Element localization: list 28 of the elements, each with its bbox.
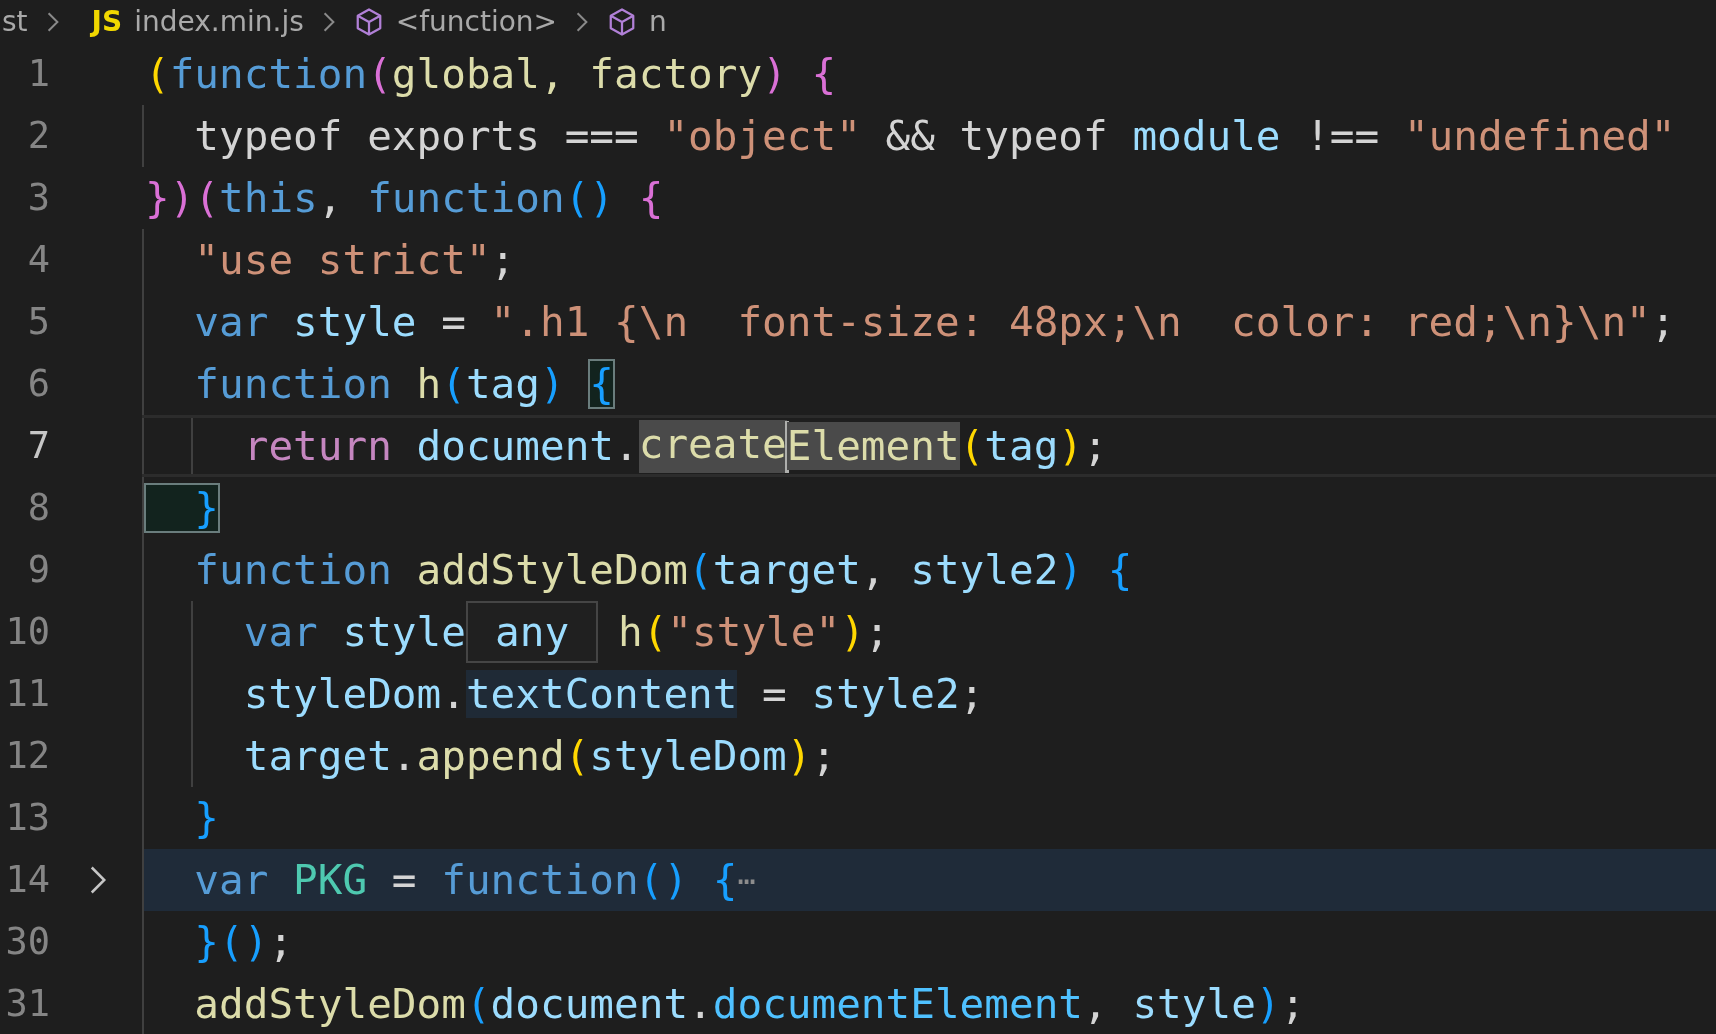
code-text: h("style"); [618, 608, 890, 656]
code-text: var style [242, 608, 466, 656]
line-number: 3 [26, 175, 50, 221]
line-number: 2 [26, 113, 50, 159]
hover-tooltip: any [465, 601, 599, 663]
line-number: 6 [26, 361, 50, 407]
line-number: 31 [4, 981, 50, 1027]
line-number: 9 [26, 547, 50, 593]
line-number: 30 [4, 919, 50, 965]
breadcrumb-item[interactable]: <function> [395, 5, 558, 38]
file-type-label: JS [91, 5, 123, 38]
line-number: 14 [4, 857, 50, 903]
chevron-right-icon [45, 10, 60, 33]
chevron-right-icon [321, 10, 336, 33]
line-number: 5 [26, 299, 50, 345]
chevron-right-icon [575, 10, 590, 33]
line-number: 8 [26, 485, 50, 531]
line-number: 7 [26, 423, 50, 469]
breadcrumb-item[interactable]: n [649, 5, 667, 38]
line-number: 13 [4, 795, 50, 841]
line-number: 12 [4, 733, 50, 779]
line-number: 1 [26, 51, 50, 97]
breadcrumb-item[interactable]: index.min.js [134, 5, 304, 38]
line-number: 11 [4, 671, 50, 717]
line-number: 4 [26, 237, 50, 283]
line-number: 10 [4, 609, 50, 655]
chevron-right-icon[interactable] [88, 865, 107, 895]
breadcrumb-item[interactable]: st [2, 5, 28, 38]
